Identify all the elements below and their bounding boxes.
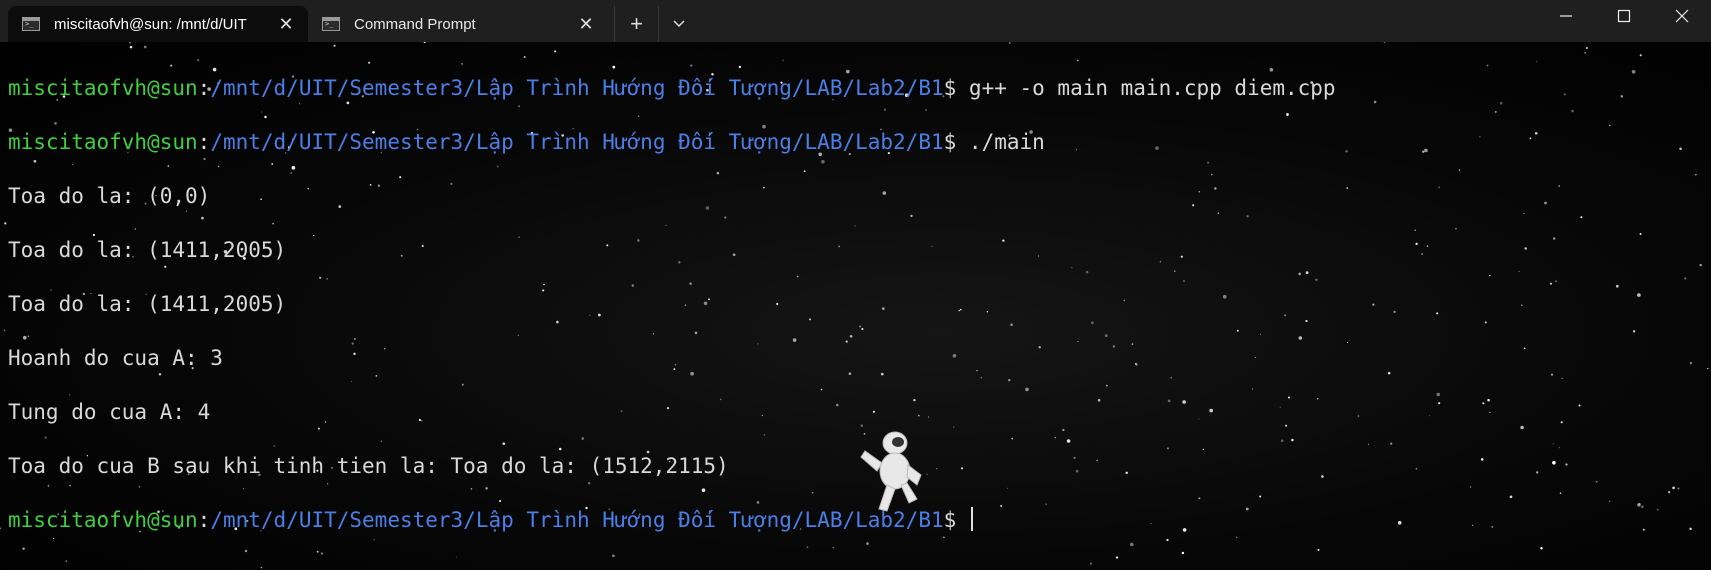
tab-command-prompt[interactable]: Command Prompt ✕ [308,6,608,42]
output-line: Tung do cua A: 4 [8,400,211,424]
terminal-icon [322,17,340,31]
prompt-path: /mnt/d/UIT/Semester3/Lập Trình Hướng Đối… [210,130,944,154]
prompt-line: miscitaofvh@sun:/mnt/d/UIT/Semester3/Lập… [8,129,1336,156]
prompt-user: miscitaofvh@sun [8,76,198,100]
terminal-area[interactable]: miscitaofvh@sun:/mnt/d/UIT/Semester3/Lập… [0,42,1711,570]
tab-dropdown-button[interactable] [658,6,698,42]
window-controls [1537,0,1711,32]
prompt-path: /mnt/d/UIT/Semester3/Lập Trình Hướng Đối… [210,508,944,532]
output-line: Toa do cua B sau khi tinh tien la: Toa d… [8,454,729,478]
prompt-line: miscitaofvh@sun:/mnt/d/UIT/Semester3/Lập… [8,507,1336,534]
prompt-separator: : [197,508,211,532]
prompt-symbol: $ [943,76,969,100]
new-tab-button[interactable]: + [614,6,658,42]
prompt-user: miscitaofvh@sun [8,508,198,532]
close-icon[interactable]: ✕ [576,14,596,35]
minimize-button[interactable] [1537,0,1595,32]
window-close-icon [1675,9,1689,23]
prompt-separator: : [197,130,211,154]
chevron-down-icon [672,20,685,28]
prompt-symbol: $ [943,508,969,532]
tab-wsl[interactable]: miscitaofvh@sun: /mnt/d/UIT ✕ [8,6,308,42]
maximize-button[interactable] [1595,0,1653,32]
close-icon[interactable]: ✕ [276,14,296,35]
prompt-line: miscitaofvh@sun:/mnt/d/UIT/Semester3/Lập… [8,75,1336,102]
prompt-separator: : [197,76,211,100]
window-close-button[interactable] [1653,0,1711,32]
text-cursor [970,507,973,531]
tab-title: Command Prompt [354,15,476,33]
output-line: Toa do la: (1411,2005) [8,292,287,316]
prompt-symbol: $ [943,130,969,154]
tab-title: miscitaofvh@sun: /mnt/d/UIT [54,15,247,33]
plus-icon: + [630,11,643,36]
output-line: Toa do la: (1411,2005) [8,238,287,262]
output-line: Toa do la: (0,0) [8,184,211,208]
terminal-output: miscitaofvh@sun:/mnt/d/UIT/Semester3/Lập… [8,48,1336,570]
command-text: g++ -o main main.cpp diem.cpp [968,76,1336,100]
minimize-icon [1560,15,1572,17]
maximize-icon [1617,9,1631,23]
command-text: ./main [968,130,1045,154]
prompt-user: miscitaofvh@sun [8,130,198,154]
title-bar: miscitaofvh@sun: /mnt/d/UIT ✕ Command Pr… [0,0,1711,42]
prompt-path: /mnt/d/UIT/Semester3/Lập Trình Hướng Đối… [210,76,944,100]
output-line: Hoanh do cua A: 3 [8,346,223,370]
terminal-icon [22,17,40,31]
